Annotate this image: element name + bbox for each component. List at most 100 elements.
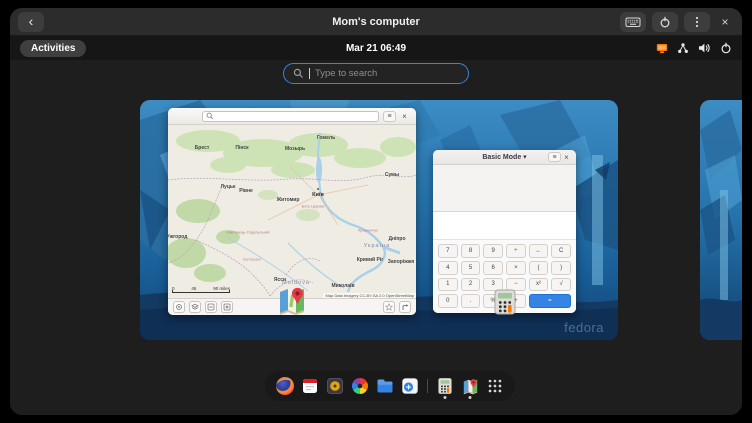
- shell-top-bar: Activities Mar 21 06:49: [10, 36, 742, 60]
- calc-key-√: √: [551, 278, 571, 292]
- search-icon: [206, 112, 214, 120]
- maps-headerbar: ≡ ×: [168, 108, 416, 125]
- window-titlebar: ‹ Mom's computer: [10, 8, 742, 36]
- running-indicator: [469, 396, 472, 399]
- close-window-button[interactable]: ×: [716, 12, 734, 32]
- map-label: Мозырь: [285, 146, 305, 152]
- clock[interactable]: Mar 21 06:49: [10, 43, 742, 54]
- workspace-preview[interactable]: fedora ≡ ×: [140, 100, 618, 340]
- map-label: Рівне: [239, 188, 253, 194]
- route-button: [399, 301, 411, 313]
- wallpaper: [700, 100, 742, 340]
- calc-key-): ): [551, 261, 571, 275]
- network-icon: [677, 42, 689, 54]
- goto-location-button: [173, 301, 185, 313]
- map-label: Миколаїв: [331, 283, 354, 289]
- calc-key-4: 4: [438, 261, 458, 275]
- zoom-out-icon: [207, 303, 215, 311]
- calc-key-1: 1: [438, 278, 458, 292]
- activities-button[interactable]: Activities: [20, 40, 86, 57]
- maps-app-icon[interactable]: [275, 284, 309, 318]
- hamburger-icon: ≡: [552, 154, 556, 161]
- map-label: Ботошані: [243, 257, 260, 262]
- running-indicator: [444, 396, 447, 399]
- dock-item-maps[interactable]: [459, 373, 481, 399]
- maps-search-entry: [202, 111, 379, 122]
- keyboard-icon: [625, 15, 641, 29]
- mode-label: Basic Mode: [482, 154, 521, 161]
- dock-item-firefox[interactable]: [274, 373, 296, 399]
- map-label: Пінск: [235, 145, 248, 151]
- menu-button[interactable]: [684, 12, 710, 32]
- calc-key-C: C: [551, 244, 571, 258]
- maps-close-button: ×: [399, 112, 410, 121]
- map-label: Кам'янець-Подільський: [226, 230, 269, 235]
- next-workspace-preview[interactable]: [700, 100, 742, 340]
- power-icon: [659, 16, 671, 28]
- zoom-in-icon: [223, 303, 231, 311]
- music-icon: [325, 376, 345, 396]
- maps-icon: [461, 377, 480, 396]
- calc-key-(: (: [529, 261, 549, 275]
- map-label: Житомир: [277, 197, 300, 203]
- calc-key-0: 0: [438, 294, 458, 308]
- dock-item-calendar[interactable]: [299, 373, 321, 399]
- map-scale: 0 45 90 miles: [172, 286, 230, 293]
- layers-icon: [191, 303, 199, 311]
- keyboard-shortcuts-button[interactable]: [620, 12, 646, 32]
- calculator-app-icon[interactable]: [491, 288, 519, 316]
- calculator-menu-button: ≡: [548, 152, 561, 162]
- gnome-shell-overview: Activities Mar 21 06:49: [10, 36, 742, 415]
- calc-key-x²: x²: [529, 278, 549, 292]
- map-label: Запоріжжя: [388, 259, 414, 265]
- files-icon: [375, 376, 395, 396]
- map-label: Дніпро: [388, 236, 405, 242]
- route-icon: [401, 303, 409, 311]
- dock-separator: [427, 379, 428, 393]
- location-icon: [175, 303, 183, 311]
- star-icon: [385, 303, 393, 311]
- calc-key-9: 9: [483, 244, 503, 258]
- dock-item-files[interactable]: [374, 373, 396, 399]
- show-apps-button[interactable]: [484, 373, 506, 399]
- remote-viewer-window: ‹ Mom's computer: [10, 8, 742, 415]
- dock-item-calculator[interactable]: [434, 373, 456, 399]
- calendar-icon: [300, 376, 320, 396]
- dropdown-caret-icon: ▾: [523, 154, 527, 161]
- back-button[interactable]: ‹: [18, 12, 44, 32]
- map-label: Кременчук: [358, 228, 378, 233]
- software-icon: [400, 376, 420, 396]
- fedora-watermark: fedora: [564, 320, 604, 335]
- search-bar[interactable]: [283, 63, 469, 84]
- dock-item-photos[interactable]: [349, 373, 371, 399]
- maps-menu-button: ≡: [383, 111, 396, 122]
- app-grid-icon: [486, 377, 504, 395]
- system-tray[interactable]: [656, 42, 732, 54]
- close-icon: ×: [564, 153, 569, 162]
- layers-button: [189, 301, 201, 313]
- calculator-icon: [436, 377, 454, 395]
- calc-key-7: 7: [438, 244, 458, 258]
- calc-key-6: 6: [483, 261, 503, 275]
- map-label: Брест: [195, 145, 210, 151]
- calculator-close-button: ×: [561, 153, 572, 162]
- vm-power-button[interactable]: [652, 12, 678, 32]
- dock-item-software[interactable]: [399, 373, 421, 399]
- text-caret: [309, 68, 310, 79]
- back-icon: ‹: [29, 13, 34, 29]
- scale-tick: 90 miles: [213, 286, 230, 291]
- hamburger-icon: ≡: [388, 113, 392, 120]
- dash-dock: [265, 371, 515, 401]
- favorites-button: [383, 301, 395, 313]
- search-input[interactable]: [315, 68, 459, 79]
- dock-item-music[interactable]: [324, 373, 346, 399]
- map-label: Україна: [364, 243, 390, 249]
- map-label: Луцьк: [221, 184, 236, 190]
- calc-key-.: .: [461, 294, 481, 308]
- calc-key-÷: ÷: [506, 244, 526, 258]
- close-icon: ×: [402, 112, 407, 121]
- screen-share-icon: [656, 42, 668, 54]
- calc-key-2: 2: [461, 278, 481, 292]
- kebab-menu-icon: [691, 15, 703, 29]
- map-label: Біла Церква: [302, 204, 325, 209]
